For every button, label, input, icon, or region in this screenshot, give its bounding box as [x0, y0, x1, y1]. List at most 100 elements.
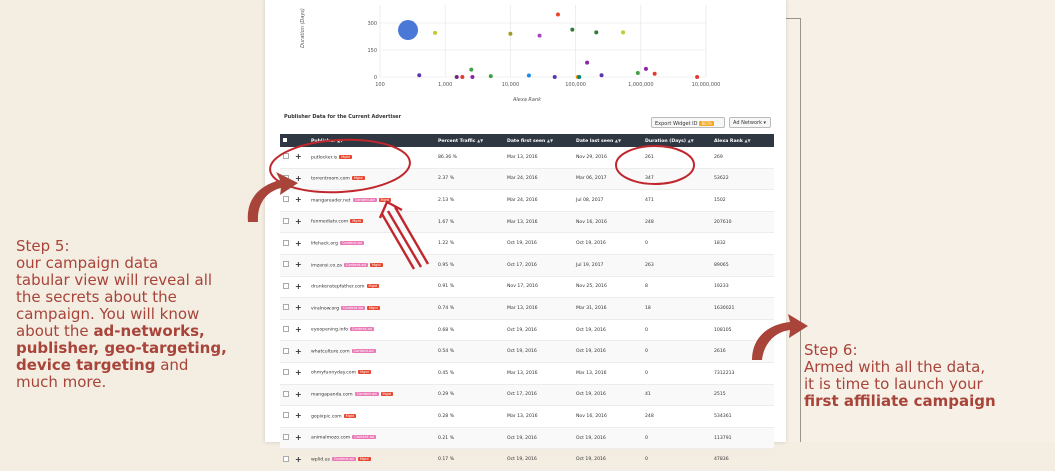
table-row[interactable]: + lifehack.org Content.ad 1.22 % Oct 19, 201… — [280, 232, 774, 255]
checkbox[interactable] — [283, 434, 289, 441]
scatter-point[interactable] — [488, 74, 493, 79]
publisher-name[interactable]: wplid.us — [311, 457, 330, 462]
row-checkbox[interactable] — [280, 168, 292, 191]
checkbox[interactable] — [283, 153, 289, 160]
row-checkbox[interactable] — [280, 232, 292, 255]
expand-button[interactable]: + — [292, 168, 308, 191]
scatter-point[interactable] — [577, 75, 582, 79]
export-widget-button[interactable]: Export Widget ID BETA — [651, 117, 725, 128]
plus-icon[interactable]: + — [295, 174, 302, 182]
checkbox[interactable] — [283, 304, 289, 311]
publisher-name[interactable]: funmediatv.com — [311, 220, 348, 225]
plus-icon[interactable]: + — [295, 326, 302, 334]
row-checkbox[interactable] — [280, 448, 292, 471]
plus-icon[interactable]: + — [295, 369, 302, 377]
expand-button[interactable]: + — [292, 189, 308, 212]
table-row[interactable]: + viralnow.org Content.ad Mgid 0.74 % Mar 13,… — [280, 297, 774, 320]
table-row[interactable]: + animalmozo.com Content.ad 0.21 % Oct 19, 2… — [280, 427, 774, 450]
publisher-name[interactable]: lifehack.org — [311, 241, 338, 246]
scatter-point[interactable] — [599, 73, 604, 78]
row-checkbox[interactable] — [280, 254, 292, 277]
plus-icon[interactable]: + — [295, 196, 302, 204]
scatter-point[interactable] — [585, 60, 590, 65]
row-checkbox[interactable] — [280, 147, 292, 169]
table-row[interactable]: + putlocker.is Mgid 86.36 % Mar 13, 2016 Nov … — [280, 147, 774, 169]
plus-icon[interactable]: + — [295, 261, 302, 269]
scatter-point[interactable] — [594, 30, 599, 35]
expand-button[interactable]: + — [292, 254, 308, 277]
expand-button[interactable]: + — [292, 319, 308, 342]
table-row[interactable]: + ohmyfunnyday.com Mgid 0.45 % Mar 13, 2016 M… — [280, 362, 774, 385]
scatter-point[interactable] — [469, 67, 474, 72]
checkbox[interactable] — [283, 196, 289, 203]
publisher-name[interactable]: viralnow.org — [311, 306, 339, 311]
plus-icon[interactable]: + — [295, 239, 302, 247]
row-checkbox[interactable] — [280, 297, 292, 320]
checkbox[interactable] — [283, 174, 289, 181]
scatter-point[interactable] — [526, 73, 531, 78]
publisher-name[interactable]: whatculture.com — [311, 349, 350, 354]
row-checkbox[interactable] — [280, 319, 292, 342]
publisher-name[interactable]: drunkenstepfather.com — [311, 285, 365, 290]
row-checkbox[interactable] — [280, 211, 292, 234]
expand-button[interactable]: + — [292, 297, 308, 320]
row-checkbox[interactable] — [280, 340, 292, 363]
ad-network-dropdown[interactable]: Ad Network ▾ — [729, 117, 771, 128]
checkbox[interactable] — [283, 390, 289, 397]
checkbox[interactable] — [283, 218, 289, 225]
header-publisher[interactable]: Publisher ▲▼ — [308, 134, 435, 147]
scatter-point[interactable] — [552, 75, 557, 79]
table-row[interactable]: + gopixpic.com Mgid 0.28 % Mar 13, 2016 Nov 1… — [280, 405, 774, 428]
scatter-point[interactable] — [470, 75, 475, 79]
plus-icon[interactable]: + — [295, 434, 302, 442]
row-checkbox[interactable] — [280, 362, 292, 385]
expand-button[interactable]: + — [292, 384, 308, 407]
scatter-point[interactable] — [417, 73, 422, 78]
expand-button[interactable]: + — [292, 362, 308, 385]
table-row[interactable]: + imzansi.co.za Content.ad Mgid 0.95 % Oct 17… — [280, 254, 774, 277]
plus-icon[interactable]: + — [295, 347, 302, 355]
table-row[interactable]: + funmediatv.com Mgid 1.67 % Mar 13, 2016 Nov… — [280, 211, 774, 234]
scatter-point[interactable] — [643, 66, 648, 71]
checkbox[interactable] — [283, 261, 289, 268]
row-checkbox[interactable] — [280, 276, 292, 299]
scatter-point[interactable] — [695, 75, 700, 79]
scatter-point[interactable] — [454, 75, 459, 79]
checkbox[interactable] — [283, 455, 289, 462]
checkbox[interactable] — [283, 326, 289, 333]
scatter-point[interactable] — [508, 31, 513, 36]
expand-button[interactable]: + — [292, 147, 308, 169]
checkbox[interactable] — [283, 282, 289, 289]
checkbox[interactable] — [283, 369, 289, 376]
header-date-first-seen[interactable]: Date first seen ▲▼ — [504, 134, 573, 147]
table-row[interactable]: + drunkenstepfather.com Mgid 0.91 % Nov 17, … — [280, 276, 774, 299]
row-checkbox[interactable] — [280, 384, 292, 407]
publisher-name[interactable]: gopixpic.com — [311, 414, 342, 419]
row-checkbox[interactable] — [280, 405, 292, 428]
table-row[interactable]: + torrentroom.com Mgid 2.37 % Mar 24, 2016 Ma… — [280, 168, 774, 191]
checkbox[interactable] — [283, 347, 289, 354]
expand-button[interactable]: + — [292, 211, 308, 234]
header-alexa-rank[interactable]: Alexa Rank ▲▼ — [711, 134, 774, 147]
scatter-point[interactable] — [433, 30, 438, 35]
plus-icon[interactable]: + — [295, 282, 302, 290]
header-duration[interactable]: Duration (Days) ▲▼ — [642, 134, 711, 147]
expand-button[interactable]: + — [292, 448, 308, 471]
publisher-name[interactable]: imzansi.co.za — [311, 263, 342, 268]
checkbox[interactable] — [283, 239, 289, 246]
scatter-point[interactable] — [398, 20, 419, 41]
plus-icon[interactable]: + — [295, 218, 302, 226]
publisher-name[interactable]: mangareader.net — [311, 198, 351, 203]
scatter-point[interactable] — [621, 30, 626, 35]
expand-button[interactable]: + — [292, 340, 308, 363]
expand-button[interactable]: + — [292, 427, 308, 450]
publisher-name[interactable]: putlocker.is — [311, 155, 337, 160]
table-row[interactable]: + mangapanda.com Content.ad Mgid 0.29 % Oct 1… — [280, 384, 774, 407]
publisher-name[interactable]: animalmozo.com — [311, 436, 350, 441]
select-all-checkbox[interactable] — [280, 134, 292, 147]
scatter-point[interactable] — [652, 71, 657, 76]
table-row[interactable]: + wplid.us Content.ad Mgid 0.17 % Oct 19, 201… — [280, 448, 774, 471]
table-row[interactable]: + whatculture.com Content.ad 0.54 % Oct 19, … — [280, 340, 774, 363]
scatter-point[interactable] — [570, 27, 575, 32]
scatter-point[interactable] — [635, 71, 640, 76]
